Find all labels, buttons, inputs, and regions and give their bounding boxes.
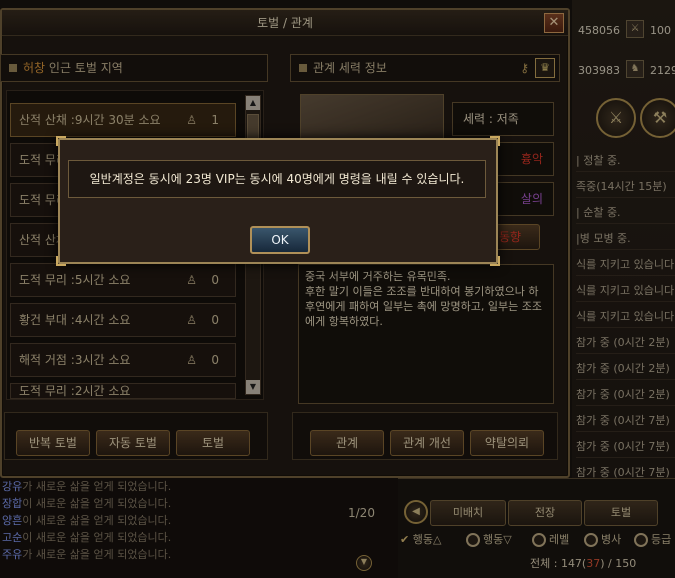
modal-overlay: [0, 0, 675, 578]
frame-corner: [56, 256, 66, 266]
alert-dialog: 일반계정은 동시에 23명 VIP는 동시에 40명에게 명령을 내릴 수 있습…: [56, 136, 500, 266]
frame-corner: [490, 256, 500, 266]
frame-corner: [490, 136, 500, 146]
alert-message: 일반계정은 동시에 23명 VIP는 동시에 40명에게 명령을 내릴 수 있습…: [68, 160, 486, 198]
frame-corner: [56, 136, 66, 146]
ok-button[interactable]: OK: [250, 226, 310, 254]
